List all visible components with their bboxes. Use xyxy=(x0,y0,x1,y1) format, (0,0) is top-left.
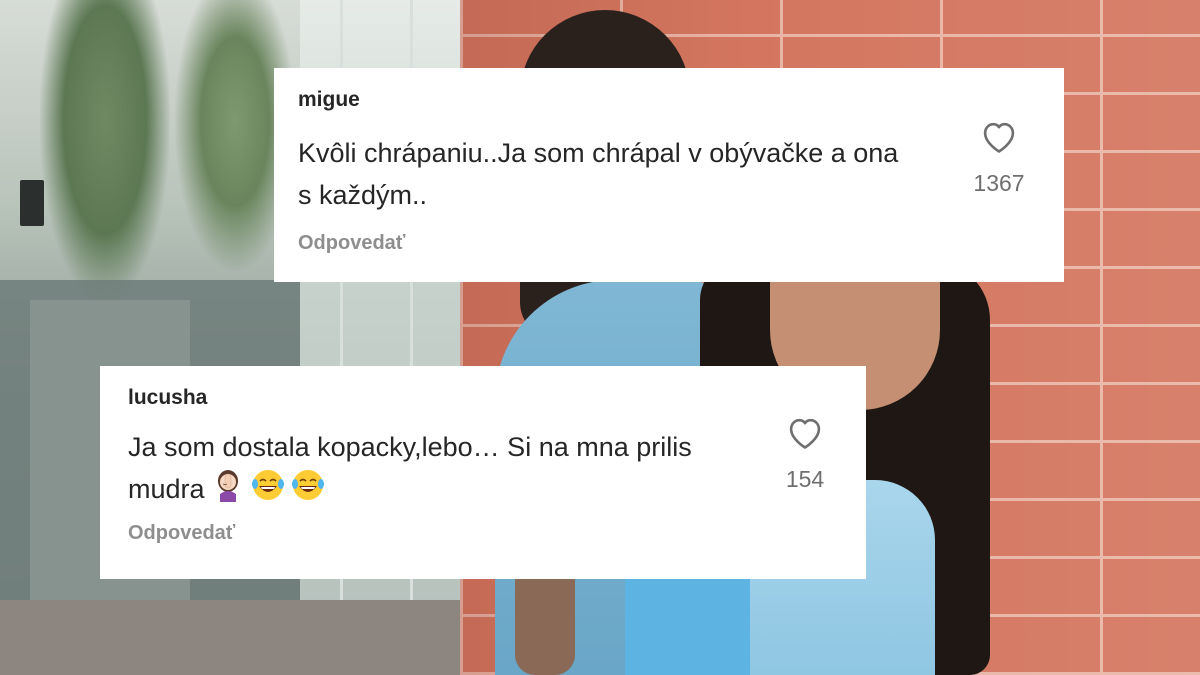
like-button[interactable]: 154 xyxy=(770,414,840,493)
like-count: 154 xyxy=(785,466,825,492)
woman-facepalming-icon xyxy=(211,468,245,514)
heart-icon[interactable] xyxy=(979,118,1019,154)
reply-button[interactable]: Odpovedať xyxy=(128,522,235,545)
face-with-tears-of-joy-icon xyxy=(251,468,285,514)
comment-text: Ja som dostala kopacky,lebo… Si na mna p… xyxy=(128,426,748,514)
like-button[interactable]: 1367 xyxy=(964,118,1034,197)
comment-card: migue Kvôli chrápaniu..Ja som chrápal v … xyxy=(274,68,1064,282)
face-with-tears-of-joy-icon xyxy=(291,468,325,514)
background-tree xyxy=(40,0,170,300)
comment-card: lucusha Ja som dostala kopacky,lebo… Si … xyxy=(100,366,866,579)
comment-username[interactable]: lucusha xyxy=(128,386,207,410)
comment-text: Kvôli chrápaniu..Ja som chrápal v obývač… xyxy=(298,138,899,210)
background-lamp xyxy=(20,180,44,226)
reply-button[interactable]: Odpovedať xyxy=(298,232,405,255)
comment-username[interactable]: migue xyxy=(298,88,360,112)
like-count: 1367 xyxy=(973,170,1025,196)
heart-icon[interactable] xyxy=(785,414,825,450)
background-ground xyxy=(0,600,470,675)
